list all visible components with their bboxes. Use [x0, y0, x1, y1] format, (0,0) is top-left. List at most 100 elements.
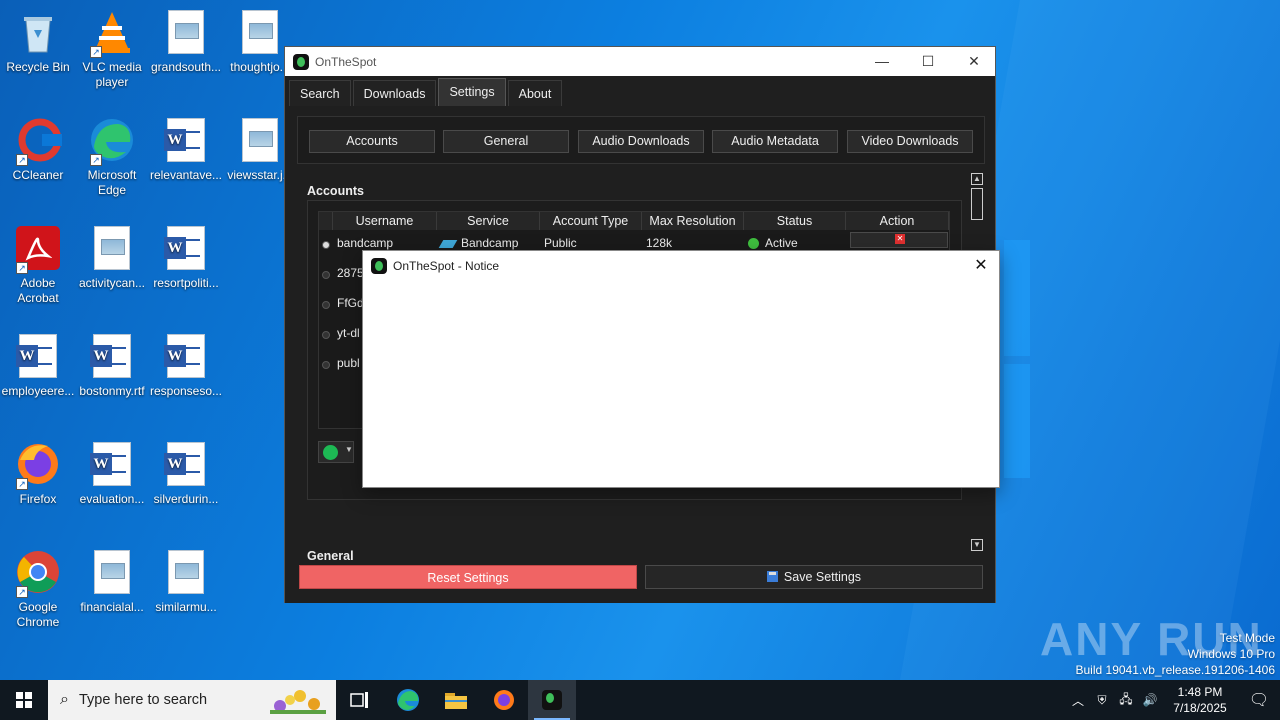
desktop-icon-responseso[interactable]: W responseso...: [148, 332, 224, 399]
icon-label: bostonmy.rtf: [79, 384, 145, 398]
taskbar-edge-button[interactable]: [384, 680, 432, 720]
chevron-up-icon[interactable]: ︿: [1066, 692, 1090, 709]
notifications-icon[interactable]: 🗨: [1238, 690, 1280, 710]
header-select: [319, 212, 333, 230]
image-file-icon: [168, 10, 204, 54]
row-select-radio[interactable]: [319, 230, 333, 260]
cell-status-text: Active: [765, 236, 798, 250]
video-downloads-section-button[interactable]: Video Downloads: [847, 130, 973, 153]
scrollbar-thumb[interactable]: [971, 188, 983, 220]
header-action[interactable]: Action: [846, 212, 949, 230]
general-section-button[interactable]: General: [443, 130, 569, 153]
shortcut-arrow-icon: ↗: [16, 586, 28, 598]
row-select-radio[interactable]: [319, 320, 333, 350]
row-select-radio[interactable]: [319, 290, 333, 320]
desktop-icon-resortpoliti[interactable]: W resortpoliti...: [148, 224, 224, 291]
header-max-resolution[interactable]: Max Resolution: [642, 212, 744, 230]
volume-icon[interactable]: 🔊: [1138, 693, 1162, 707]
maximize-button[interactable]: ☐: [905, 47, 951, 76]
save-settings-button[interactable]: Save Settings: [645, 565, 983, 589]
desktop-icon-evaluation[interactable]: W evaluation...: [74, 440, 150, 507]
windows-logo-pane: [1004, 240, 1030, 356]
onthespot-logo-icon: [542, 690, 562, 710]
shortcut-arrow-icon: ↗: [16, 262, 28, 274]
tab-about[interactable]: About: [507, 80, 563, 106]
remove-account-button[interactable]: [850, 232, 948, 248]
taskbar-onthespot-button[interactable]: [528, 680, 576, 720]
icon-label: Google Chrome: [16, 600, 60, 629]
shortcut-arrow-icon: ↗: [16, 154, 28, 166]
cell-service-text: Bandcamp: [461, 236, 519, 250]
notice-title: OnTheSpot - Notice: [393, 258, 500, 273]
desktop-icon-similarmu[interactable]: similarmu...: [148, 548, 224, 615]
notice-close-button[interactable]: ✕: [961, 251, 1001, 280]
desktop-icon-vlc[interactable]: ↗ VLC media player: [74, 8, 150, 90]
image-file-icon: [168, 550, 204, 594]
service-select[interactable]: ▼: [318, 441, 354, 463]
acrobat-icon: ↗: [14, 224, 62, 274]
desktop-icon-ccleaner[interactable]: ↗ CCleaner: [0, 116, 76, 183]
shortcut-arrow-icon: ↗: [16, 478, 28, 490]
header-account-type[interactable]: Account Type: [540, 212, 642, 230]
header-username[interactable]: Username: [333, 212, 437, 230]
clock[interactable]: 1:48 PM 7/18/2025: [1162, 684, 1238, 716]
minimize-button[interactable]: —: [859, 47, 905, 76]
bottom-action-bar: Reset Settings Save Settings: [297, 565, 983, 591]
desktop-icon-chrome[interactable]: ↗ Google Chrome: [0, 548, 76, 630]
search-icon: ⌕: [60, 691, 69, 708]
header-service[interactable]: Service: [437, 212, 540, 230]
desktop-icon-acrobat[interactable]: ↗ Adobe Acrobat: [0, 224, 76, 306]
reset-settings-button[interactable]: Reset Settings: [299, 565, 637, 589]
security-icon[interactable]: ⛨: [1090, 693, 1114, 708]
shortcut-arrow-icon: ↗: [90, 46, 102, 58]
taskbar-explorer-button[interactable]: [432, 680, 480, 720]
notice-titlebar[interactable]: OnTheSpot - Notice ✕: [363, 251, 999, 280]
taskbar-search-box[interactable]: ⌕ Type here to search: [48, 680, 336, 720]
desktop-icon-edge[interactable]: ↗ Microsoft Edge: [74, 116, 150, 198]
icon-label: silverdurin...: [153, 492, 219, 506]
edge-icon: [397, 689, 419, 711]
row-select-radio[interactable]: [319, 260, 333, 290]
scroll-up-icon[interactable]: ▲: [971, 173, 983, 185]
word-file-icon: W: [164, 226, 205, 270]
notice-dialog: OnTheSpot - Notice ✕: [362, 250, 1000, 488]
desktop-icon-recycle-bin[interactable]: Recycle Bin: [0, 8, 76, 75]
audio-downloads-section-button[interactable]: Audio Downloads: [578, 130, 704, 153]
taskbar-firefox-button[interactable]: [480, 680, 528, 720]
task-view-icon: [350, 692, 368, 708]
word-file-icon: W: [90, 334, 131, 378]
icon-label: Microsoft Edge: [87, 168, 137, 197]
desktop-icon-firefox[interactable]: ↗ Firefox: [0, 440, 76, 507]
desktop-icon-bostonmy[interactable]: W bostonmy.rtf: [74, 332, 150, 399]
desktop-icon-grandsouth[interactable]: grandsouth...: [148, 8, 224, 75]
task-view-button[interactable]: [336, 680, 384, 720]
window-titlebar[interactable]: OnTheSpot — ☐ ✕: [285, 47, 995, 76]
desktop-icon-activitycan[interactable]: activitycan...: [74, 224, 150, 291]
header-status[interactable]: Status: [744, 212, 846, 230]
start-button[interactable]: [0, 680, 48, 720]
scroll-down-icon[interactable]: ▼: [971, 539, 983, 551]
image-file-icon: [94, 550, 130, 594]
save-settings-label: Save Settings: [783, 570, 862, 584]
desktop-icon-employeere[interactable]: W employeere...: [0, 332, 76, 399]
close-button[interactable]: ✕: [951, 47, 997, 76]
tab-settings[interactable]: Settings: [438, 78, 506, 106]
image-file-icon: [242, 10, 278, 54]
search-highlight-flowers-icon: [270, 690, 326, 714]
desktop-icon-relevantave[interactable]: W relevantave...: [148, 116, 224, 183]
desktop-icon-financialal[interactable]: financialal...: [74, 548, 150, 615]
icon-label: financialal...: [80, 600, 144, 614]
tab-downloads[interactable]: Downloads: [352, 80, 437, 106]
tab-search[interactable]: Search: [289, 80, 351, 106]
accounts-section-button[interactable]: Accounts: [309, 130, 435, 153]
onthespot-logo-icon: [293, 53, 309, 70]
chevron-down-icon: ▼: [345, 445, 353, 454]
windows-logo-pane: [1004, 364, 1030, 478]
icon-label: Firefox: [19, 492, 57, 506]
network-icon[interactable]: 🖧: [1114, 690, 1138, 711]
row-select-radio[interactable]: [319, 350, 333, 380]
audio-metadata-section-button[interactable]: Audio Metadata: [712, 130, 838, 153]
desktop-icon-silverdurin[interactable]: W silverdurin...: [148, 440, 224, 507]
chrome-icon: ↗: [14, 548, 62, 598]
windows-edition-label: Windows 10 Pro: [1187, 647, 1275, 661]
